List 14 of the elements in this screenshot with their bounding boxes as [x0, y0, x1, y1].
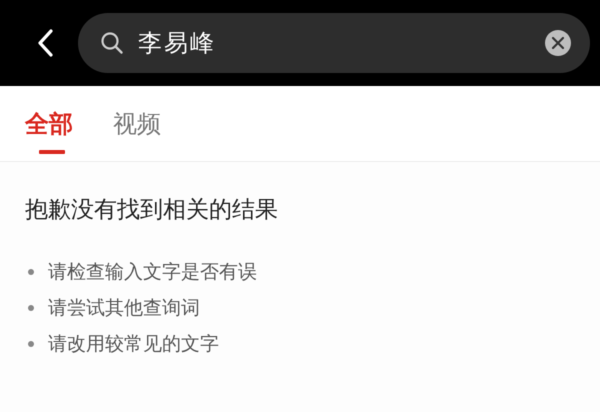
- tip-text: 请检查输入文字是否有误: [48, 260, 257, 285]
- search-bar[interactable]: 李易峰: [78, 13, 590, 73]
- search-icon: [101, 32, 123, 54]
- tab[interactable]: 全部: [25, 108, 73, 140]
- tab[interactable]: 视频: [113, 108, 161, 140]
- tip-text: 请改用较常见的文字: [48, 332, 219, 357]
- bullet-dot: [28, 305, 34, 311]
- back-icon[interactable]: [36, 28, 54, 58]
- tip-text: 请尝试其他查询词: [48, 296, 200, 321]
- bullet-dot: [28, 341, 34, 347]
- tab-indicator: [39, 150, 65, 154]
- clear-icon[interactable]: [544, 29, 572, 57]
- no-results-title: 抱歉没有找到相关的结果: [25, 196, 279, 225]
- bullet-dot: [28, 269, 34, 275]
